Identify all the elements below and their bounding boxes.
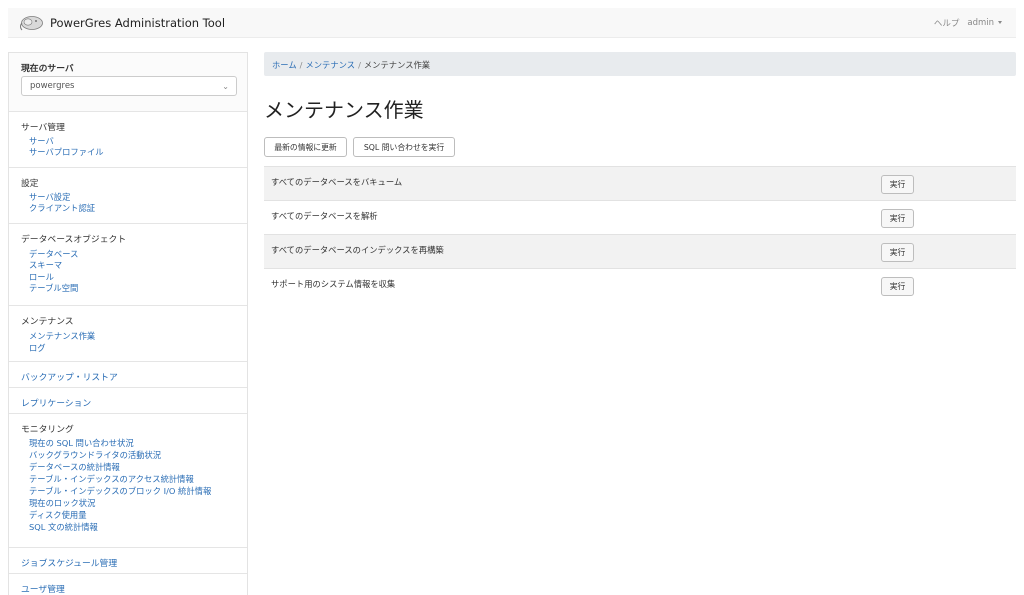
sidebar-item-bgwriter[interactable]: バックグラウンドライタの活動状況 — [29, 450, 161, 460]
user-mgmt-section: ユーザ管理 — [9, 574, 247, 595]
refresh-button[interactable]: 最新の情報に更新 — [264, 137, 347, 157]
run-vacuum-button[interactable]: 実行 — [881, 175, 914, 194]
sidebar-item-role[interactable]: ロール — [29, 272, 54, 282]
sidebar-item-access-stats[interactable]: テーブル・インデックスのアクセス統計情報 — [29, 474, 194, 484]
monitoring-section: モニタリング 現在の SQL 問い合わせ状況 バックグラウンドライタの活動状況 … — [9, 414, 247, 548]
page-title: メンテナンス作業 — [264, 98, 424, 122]
breadcrumb-maintenance[interactable]: メンテナンス — [305, 60, 355, 70]
sidebar-item-schema[interactable]: スキーマ — [29, 260, 62, 270]
sidebar-item-lock-status[interactable]: 現在のロック状況 — [29, 498, 95, 508]
backup-restore-section: バックアップ・リストア — [9, 362, 247, 388]
sidebar-item-sql-stats[interactable]: SQL 文の統計情報 — [29, 522, 98, 532]
run-reindex-button[interactable]: 実行 — [881, 243, 914, 262]
task-label: サポート用のシステム情報を収集 — [271, 279, 396, 289]
user-menu[interactable]: admin — [967, 18, 1002, 28]
table-row: すべてのデータベースのインデックスを再構築 実行 — [264, 234, 1016, 268]
sidebar-item-maintenance-tasks[interactable]: メンテナンス作業 — [29, 331, 95, 341]
task-label: すべてのデータベースを解析 — [271, 211, 378, 221]
sidebar-item-backup-restore[interactable]: バックアップ・リストア — [21, 370, 118, 383]
breadcrumb-home[interactable]: ホーム — [272, 60, 297, 70]
maintenance-section: メンテナンス メンテナンス作業 ログ — [9, 306, 247, 362]
server-select-value: powergres — [30, 81, 75, 91]
settings-title: 設定 — [21, 179, 39, 189]
help-link[interactable]: ヘルプ — [934, 17, 960, 29]
sidebar-item-job-schedule[interactable]: ジョブスケジュール管理 — [21, 556, 117, 569]
monitoring-title: モニタリング — [21, 425, 74, 435]
sidebar-item-db-stats[interactable]: データベースの統計情報 — [29, 462, 120, 472]
elephant-logo-icon — [20, 16, 43, 31]
sidebar: 現在のサーバ powergres ⌄ サーバ管理 サーバ サーバプロファイル 設… — [8, 52, 248, 595]
server-mgmt-section: サーバ管理 サーバ サーバプロファイル — [9, 112, 247, 168]
table-row: サポート用のシステム情報を収集 実行 — [264, 268, 1016, 302]
table-row: すべてのデータベースをバキューム 実行 — [264, 166, 1016, 200]
app-title: PowerGres Administration Tool — [50, 16, 226, 30]
server-mgmt-title: サーバ管理 — [21, 123, 65, 133]
sidebar-item-replication[interactable]: レプリケーション — [21, 396, 91, 409]
sidebar-item-client-auth[interactable]: クライアント認証 — [29, 203, 95, 213]
sidebar-item-server-settings[interactable]: サーバ設定 — [29, 192, 70, 202]
db-objects-section: データベースオブジェクト データベース スキーマ ロール テーブル空間 — [9, 224, 247, 306]
caret-down-icon — [998, 21, 1002, 24]
sidebar-item-sql-activity[interactable]: 現在の SQL 問い合わせ状況 — [29, 438, 134, 448]
maintenance-title: メンテナンス — [21, 317, 74, 327]
run-collect-info-button[interactable]: 実行 — [881, 277, 914, 296]
sidebar-item-server[interactable]: サーバ — [29, 136, 54, 146]
user-name: admin — [967, 18, 994, 28]
current-server-section: 現在のサーバ powergres ⌄ — [9, 53, 247, 112]
replication-section: レプリケーション — [9, 388, 247, 414]
run-analyze-button[interactable]: 実行 — [881, 209, 914, 228]
sidebar-item-user-mgmt[interactable]: ユーザ管理 — [21, 582, 65, 595]
current-server-title: 現在のサーバ — [21, 64, 74, 74]
run-sql-button[interactable]: SQL 問い合わせを実行 — [353, 137, 455, 157]
breadcrumb-separator: / — [358, 60, 361, 70]
server-select[interactable]: powergres ⌄ — [21, 76, 237, 96]
table-row: すべてのデータベースを解析 実行 — [264, 200, 1016, 234]
sidebar-item-database[interactable]: データベース — [29, 249, 78, 259]
job-schedule-section: ジョブスケジュール管理 — [9, 548, 247, 574]
sidebar-item-block-io-stats[interactable]: テーブル・インデックスのブロック I/O 統計情報 — [29, 486, 211, 496]
sidebar-item-disk-usage[interactable]: ディスク使用量 — [29, 510, 87, 520]
sidebar-item-log[interactable]: ログ — [29, 343, 46, 353]
sidebar-item-server-profile[interactable]: サーバプロファイル — [29, 147, 104, 157]
breadcrumb: ホーム / メンテナンス / メンテナンス作業 — [264, 52, 1016, 76]
task-label: すべてのデータベースのインデックスを再構築 — [271, 245, 444, 255]
db-objects-title: データベースオブジェクト — [21, 235, 127, 245]
breadcrumb-current: メンテナンス作業 — [363, 60, 431, 70]
breadcrumb-separator: / — [299, 60, 303, 70]
top-navbar: PowerGres Administration Tool ヘルプ admin — [8, 8, 1016, 38]
brand-link[interactable]: PowerGres Administration Tool — [18, 13, 225, 33]
chevron-down-icon: ⌄ — [222, 82, 229, 91]
settings-section: 設定 サーバ設定 クライアント認証 — [9, 168, 247, 224]
task-label: すべてのデータベースをバキューム — [271, 177, 403, 187]
sidebar-item-tablespace[interactable]: テーブル空間 — [29, 283, 78, 293]
